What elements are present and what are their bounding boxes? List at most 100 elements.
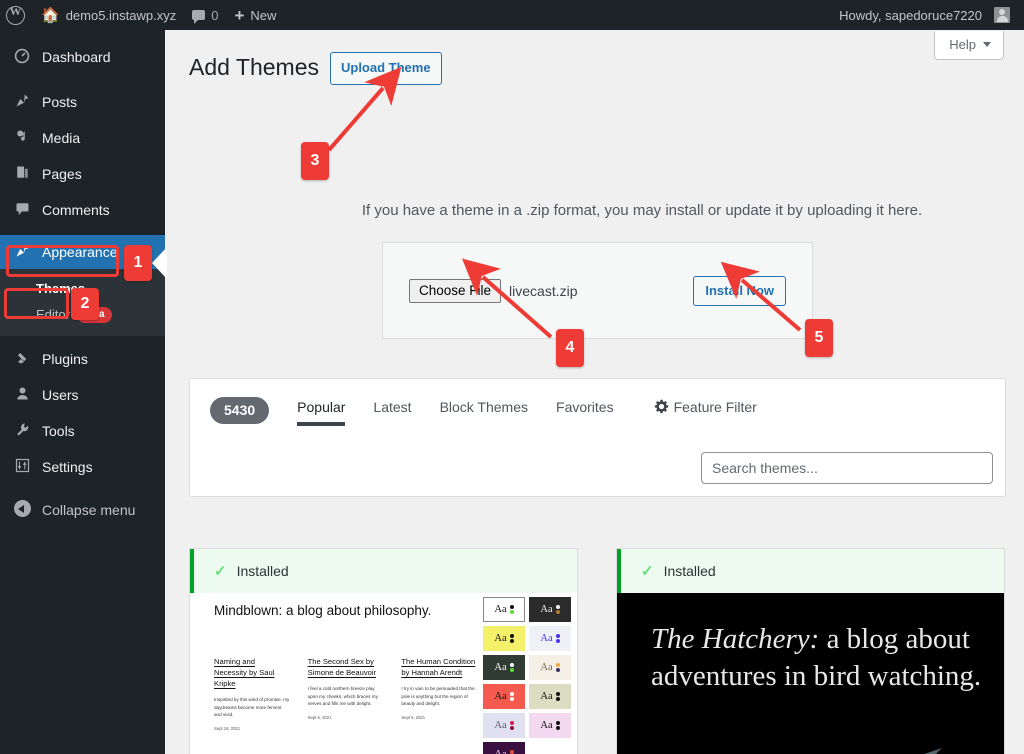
feature-filter-label: Feature Filter xyxy=(673,399,757,415)
preview-column: The Second Sex by Simone de Beauvoir I f… xyxy=(308,656,384,731)
preview-column-body: I try in vain to be persuaded that the p… xyxy=(401,686,475,707)
chevron-down-icon xyxy=(983,42,991,47)
sidebar-item-label: Settings xyxy=(42,459,93,476)
selected-file-name: livecast.zip xyxy=(509,282,578,299)
color-swatch: Aa xyxy=(483,742,525,754)
choose-file-button[interactable]: Choose File xyxy=(409,278,502,303)
sidebar-item-label: Dashboard xyxy=(42,49,111,65)
page-header: Add Themes Upload Theme xyxy=(189,52,442,85)
theme-screenshot: The Hatchery: a blog about adventures in… xyxy=(617,593,1004,754)
theme-search-wrap xyxy=(701,452,993,484)
preview-columns: Naming and Necessity by Saul Kripke Insp… xyxy=(214,656,477,731)
page-title: Add Themes xyxy=(189,54,319,81)
annotation-marker-5: 5 xyxy=(805,319,833,357)
theme-card[interactable]: ✓ Installed Mindblown: a blog about phil… xyxy=(189,548,578,754)
collapse-arrow-icon xyxy=(12,500,32,520)
color-swatch: Aa xyxy=(529,597,571,622)
user-icon xyxy=(12,386,32,404)
swatch-label: Aa xyxy=(494,604,507,615)
color-swatch: Aa xyxy=(483,684,525,709)
theme-card[interactable]: ✓ Installed The Hatchery: a blog about a… xyxy=(616,548,1005,754)
comment-bubble-icon xyxy=(12,201,32,219)
upload-theme-button[interactable]: Upload Theme xyxy=(329,52,442,85)
swatch-dots-icon xyxy=(555,633,560,644)
preview-column-body: I feel a cold northern breeze play upon … xyxy=(307,686,378,707)
theme-filter-bar: 5430 Popular Latest Block Themes Favorit… xyxy=(189,378,1006,497)
sidebar-gap-1 xyxy=(0,75,165,84)
swatch-label: Aa xyxy=(540,720,553,731)
preview-headline-italic: The Hatchery: xyxy=(651,623,820,655)
swatch-label: Aa xyxy=(494,633,507,644)
color-swatch-panel: Aa Aa Aa Aa Aa Aa Aa Aa Aa Aa Aa xyxy=(483,597,571,754)
color-swatch: Aa xyxy=(529,713,571,738)
sidebar-item-label: Collapse menu xyxy=(42,502,136,519)
status-badge: ✓ Installed xyxy=(617,549,1004,593)
swatch-label: Aa xyxy=(540,604,553,615)
dashboard-icon xyxy=(12,48,32,67)
swatch-label: Aa xyxy=(494,720,507,731)
sidebar-item-settings[interactable]: Settings xyxy=(0,449,165,485)
sidebar-item-label: Pages xyxy=(42,166,82,182)
feature-filter-button[interactable]: Feature Filter xyxy=(628,395,771,426)
comment-bubble-icon xyxy=(192,10,206,24)
preview-column-title: The Second Sex by Simone de Beauvoir xyxy=(307,657,377,677)
tab-block-themes[interactable]: Block Themes xyxy=(426,395,542,426)
preview-column-date: Sept 6, 2021 xyxy=(307,714,332,720)
color-swatch: Aa xyxy=(483,597,525,622)
plus-icon: + xyxy=(234,5,245,25)
upload-description: If you have a theme in a .zip format, yo… xyxy=(361,202,923,219)
swatch-dots-icon xyxy=(555,662,560,673)
highlight-appearance xyxy=(6,245,119,277)
sidebar-gap-2 xyxy=(0,228,165,235)
preview-column-title: Naming and Necessity by Saul Kripke xyxy=(214,657,275,688)
help-button[interactable]: Help xyxy=(934,31,1004,60)
home-icon: 🏠 xyxy=(41,6,60,24)
bird-photo xyxy=(852,748,942,754)
color-swatch: Aa xyxy=(529,626,571,651)
swatch-dots-icon xyxy=(555,691,560,702)
sidebar-item-plugins[interactable]: Plugins xyxy=(0,341,165,377)
check-icon: ✓ xyxy=(641,563,654,580)
color-swatch: Aa xyxy=(483,626,525,651)
preview-column: Naming and Necessity by Saul Kripke Insp… xyxy=(214,656,290,731)
theme-screenshot: Mindblown: a blog about philosophy. Nami… xyxy=(190,593,577,754)
my-account-menu[interactable]: Howdy, sapedoruce7220 xyxy=(831,0,1024,30)
upload-theme-panel: Choose File livecast.zip Install Now xyxy=(382,242,813,339)
color-swatch: Aa xyxy=(483,655,525,680)
sliders-icon xyxy=(12,458,32,476)
status-label: Installed xyxy=(236,563,289,579)
sidebar-item-tools[interactable]: Tools xyxy=(0,413,165,449)
swatch-dots-icon xyxy=(509,749,514,754)
preview-column-title: The Human Condition by Hannah Arendt xyxy=(401,657,476,677)
status-badge: ✓ Installed xyxy=(190,549,577,593)
swatch-dots-icon xyxy=(509,691,514,702)
install-now-button[interactable]: Install Now xyxy=(693,275,786,306)
sidebar-item-media[interactable]: Media xyxy=(0,120,165,156)
sidebar-item-label: Users xyxy=(42,387,79,404)
sidebar-item-dashboard[interactable]: Dashboard xyxy=(0,39,165,75)
comments-menu[interactable]: 0 xyxy=(184,0,226,30)
color-swatch: Aa xyxy=(529,655,571,680)
sidebar-item-pages[interactable]: Pages xyxy=(0,156,165,192)
tab-favorites[interactable]: Favorites xyxy=(542,395,628,426)
gear-icon xyxy=(654,399,669,414)
new-content-menu[interactable]: + New xyxy=(226,0,284,30)
annotation-marker-4: 4 xyxy=(556,329,584,367)
main-content: Help Add Themes Upload Theme If you have… xyxy=(165,30,1024,754)
sidebar-item-label: Tools xyxy=(42,423,75,440)
sidebar-item-collapse-menu[interactable]: Collapse menu xyxy=(0,492,165,528)
sidebar-item-posts[interactable]: Posts xyxy=(0,84,165,120)
search-input[interactable] xyxy=(701,452,993,484)
tab-latest[interactable]: Latest xyxy=(359,395,425,426)
wordpress-logo-menu[interactable] xyxy=(0,0,33,30)
tab-popular[interactable]: Popular xyxy=(283,395,359,426)
preview-column: The Human Condition by Hannah Arendt I t… xyxy=(401,656,477,731)
sidebar-item-users[interactable]: Users xyxy=(0,377,165,413)
swatch-dots-icon xyxy=(555,604,560,615)
swatch-label: Aa xyxy=(494,662,507,673)
media-icon xyxy=(12,129,32,147)
swatch-label: Aa xyxy=(494,749,506,754)
file-input-group: Choose File livecast.zip xyxy=(409,278,578,303)
site-name-menu[interactable]: 🏠 demo5.instawp.xyz xyxy=(33,0,184,30)
sidebar-item-comments[interactable]: Comments xyxy=(0,192,165,228)
